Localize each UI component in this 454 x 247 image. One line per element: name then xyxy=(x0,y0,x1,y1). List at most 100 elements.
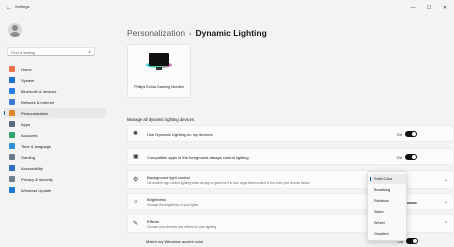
dropdown-option-label: Wheel xyxy=(374,221,385,225)
lightbulb-icon: ✺ xyxy=(133,131,139,137)
accessibility-icon xyxy=(9,165,15,171)
dropdown-option[interactable]: Gradient xyxy=(370,229,406,239)
setting-title: Use Dynamic Lighting on my devices xyxy=(147,132,213,137)
monitor-stand xyxy=(156,67,162,70)
page-title: Dynamic Lighting xyxy=(195,28,267,38)
system-icon xyxy=(9,77,15,83)
sidebar-item-windows-update[interactable]: Windows Update xyxy=(4,185,106,195)
app-title: Settings xyxy=(15,4,30,9)
personalization-icon xyxy=(9,110,15,116)
sidebar-item-label: Apps xyxy=(21,122,31,127)
section-title: Manage all dynamic lighting devices xyxy=(127,117,195,122)
gaming-icon xyxy=(9,154,15,160)
time-language-icon xyxy=(9,143,15,149)
setting-title: Effects xyxy=(147,219,160,224)
breadcrumb-parent[interactable]: Personalization xyxy=(127,28,185,38)
setting-title: Brightness xyxy=(147,197,166,202)
accounts-icon xyxy=(9,132,15,138)
background-light-icon: ⚙ xyxy=(133,177,139,183)
search-icon[interactable]: ⌕ xyxy=(88,49,91,55)
sidebar-item-accessibility[interactable]: Accessibility xyxy=(4,163,106,173)
title-bar: ← Settings — ☐ ✕ xyxy=(0,0,454,16)
sidebar-item-privacy-security[interactable]: Privacy & security xyxy=(4,174,106,184)
sidebar-item-personalization[interactable]: Personalization xyxy=(4,108,106,118)
selected-indicator xyxy=(370,177,371,181)
toggle-state: On xyxy=(396,155,402,160)
sidebar-item-label: Gaming xyxy=(21,155,36,160)
setting-description: Let another app control lighting when an… xyxy=(147,181,311,185)
apps-icon xyxy=(9,121,15,127)
sidebar-item-label: Accounts xyxy=(21,133,38,138)
chevron-up-icon[interactable]: ⌃ xyxy=(444,221,448,227)
compatible-apps-toggle[interactable] xyxy=(405,154,417,160)
sidebar-nav: Home System Bluetooth & devices Network & i… xyxy=(4,64,106,196)
maximize-button[interactable]: ☐ xyxy=(424,4,434,12)
accent-color-toggle[interactable] xyxy=(406,238,418,244)
brightness-icon: ☼ xyxy=(133,199,139,205)
dropdown-option[interactable]: Wheel xyxy=(370,218,406,228)
minimize-button[interactable]: — xyxy=(408,4,418,12)
chevron-down-icon[interactable]: ⌄ xyxy=(444,199,448,205)
monitor-icon xyxy=(146,53,172,71)
sidebar-item-network-internet[interactable]: Network & internet xyxy=(4,97,106,107)
windows-update-icon xyxy=(9,187,15,193)
search-placeholder: Find a setting xyxy=(11,50,36,55)
toggle-knob xyxy=(412,155,416,159)
sidebar-item-label: Accessibility xyxy=(21,166,43,171)
sidebar-item-label: Time & language xyxy=(21,144,52,149)
setting-title: Match my Windows accent color xyxy=(146,239,204,244)
dropdown-option-label: Solid Color xyxy=(374,177,393,181)
sidebar-item-system[interactable]: System xyxy=(4,75,106,85)
sidebar-item-label: Privacy & security xyxy=(21,177,53,182)
device-name: Philips Evnia Gaming Monitor xyxy=(134,85,184,89)
sidebar-item-accounts[interactable]: Accounts xyxy=(4,130,106,140)
home-icon xyxy=(9,66,15,72)
setting-description: Change the brightness of your lights xyxy=(147,203,199,207)
toggle-state: On xyxy=(396,132,402,137)
sidebar-item-bluetooth-devices[interactable]: Bluetooth & devices xyxy=(4,86,106,96)
use-dynamic-lighting-row: ✺ Use Dynamic Lighting on my devices On xyxy=(127,125,454,142)
breadcrumb-separator: › xyxy=(189,31,192,38)
apps-control-icon: ▣ xyxy=(133,154,139,160)
dropdown-option-label: Gradient xyxy=(374,232,389,236)
device-card[interactable]: Philips Evnia Gaming Monitor xyxy=(127,44,191,98)
dropdown-option[interactable]: Solid Color xyxy=(370,174,406,184)
setting-title: Background light control xyxy=(147,175,190,180)
back-arrow-icon[interactable]: ← xyxy=(4,3,14,13)
active-indicator xyxy=(4,111,5,115)
compatible-apps-row: ▣ Compatible apps in the foreground alwa… xyxy=(127,148,454,165)
chevron-down-icon[interactable]: ⌄ xyxy=(444,177,448,183)
sidebar-item-label: Bluetooth & devices xyxy=(21,89,57,94)
breadcrumb: Personalization › Dynamic Lighting xyxy=(127,23,267,38)
use-dynamic-toggle[interactable] xyxy=(405,131,417,137)
toggle-knob xyxy=(412,132,416,136)
close-button[interactable]: ✕ xyxy=(440,4,450,12)
sidebar-item-label: Home xyxy=(21,67,32,72)
avatar-head xyxy=(12,25,18,31)
setting-description: Choose color themes and effects for your… xyxy=(147,225,217,229)
dropdown-option[interactable]: Wave xyxy=(370,207,406,217)
sidebar-item-label: Network & internet xyxy=(21,100,54,105)
toggle-knob xyxy=(413,239,417,243)
sidebar-item-label: Windows Update xyxy=(21,188,52,193)
dropdown-option-label: Wave xyxy=(374,210,384,214)
setting-title: Compatible apps in the foreground always… xyxy=(147,155,249,160)
dropdown-option[interactable]: Breathing xyxy=(370,185,406,195)
dropdown-option[interactable]: Rainbow xyxy=(370,196,406,206)
privacy-icon xyxy=(9,176,15,182)
search-input[interactable]: Find a setting ⌕ xyxy=(7,47,95,56)
background-control-dropdown[interactable]: Solid Color Breathing Rainbow Wave Wheel Grad… xyxy=(367,171,407,241)
sidebar-item-time-language[interactable]: Time & language xyxy=(4,141,106,151)
bluetooth-icon xyxy=(9,88,15,94)
sidebar-item-apps[interactable]: Apps xyxy=(4,119,106,129)
avatar-body xyxy=(10,32,20,37)
dropdown-option-label: Rainbow xyxy=(374,199,389,203)
avatar[interactable] xyxy=(8,23,22,37)
dropdown-option-label: Breathing xyxy=(374,188,391,192)
effects-icon: ✎ xyxy=(133,221,139,227)
monitor-screen xyxy=(149,53,169,66)
sidebar-item-label: System xyxy=(21,78,35,83)
sidebar-item-label: Personalization xyxy=(21,111,49,116)
sidebar-item-gaming[interactable]: Gaming xyxy=(4,152,106,162)
sidebar-item-home[interactable]: Home xyxy=(4,64,106,74)
